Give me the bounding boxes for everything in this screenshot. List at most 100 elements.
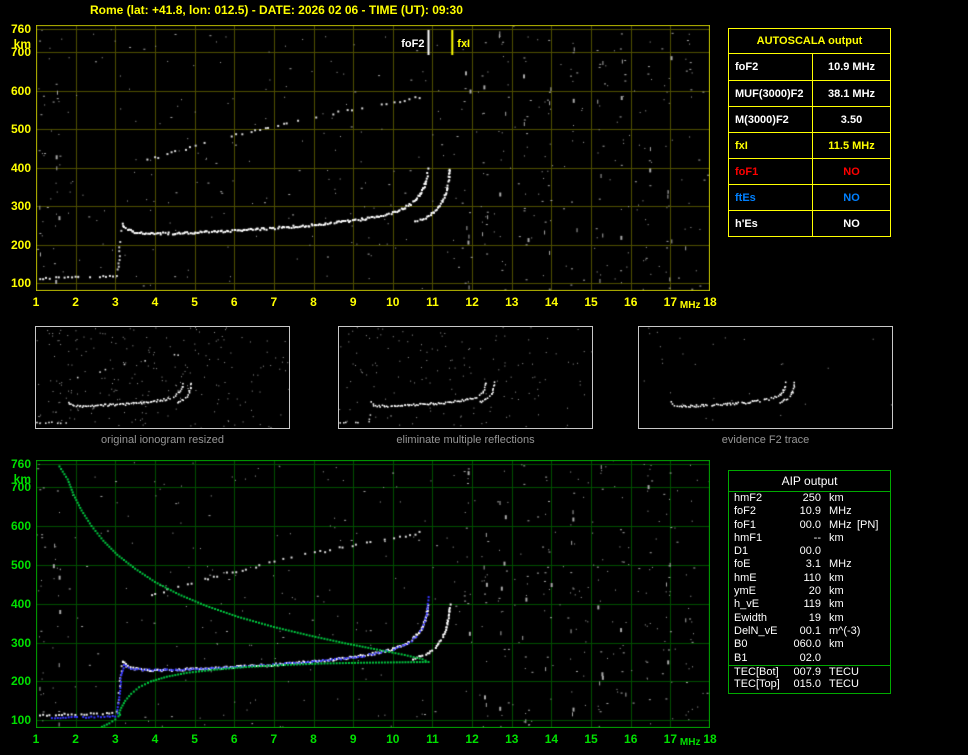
x-axis-tick-1: 1 xyxy=(23,732,49,746)
parameter-name: MUF(3000)F2 xyxy=(729,81,813,106)
aip-value: 060.0 xyxy=(787,638,821,651)
aip-row-delnve: DelN_vE00.1m^(-3) xyxy=(729,625,890,638)
parameter-name: foF1 xyxy=(729,159,813,184)
aip-note xyxy=(857,612,890,625)
aip-row-hmf2: hmF2250km xyxy=(729,492,890,505)
x-axis-tick-2: 2 xyxy=(63,732,89,746)
x-axis-tick-11: 11 xyxy=(419,732,445,746)
autoscala-row-hes: h'EsNO xyxy=(729,210,890,236)
aip-unit: MHz xyxy=(821,505,857,518)
aip-label: foE xyxy=(729,558,787,571)
aip-row-hme: hmE110km xyxy=(729,572,890,585)
x-axis-tick-15: 15 xyxy=(578,295,604,309)
aip-label: TEC[Top] xyxy=(729,678,787,691)
thumbnail-multiples-removed xyxy=(338,326,593,429)
aip-row-fof2: foF210.9MHz xyxy=(729,505,890,518)
y-axis-tick-100: 100 xyxy=(1,713,31,727)
x-axis-tick-5: 5 xyxy=(182,732,208,746)
aip-label: hmE xyxy=(729,572,787,585)
aip-value: 00.0 xyxy=(787,545,821,558)
y-axis-tick-760: 760 xyxy=(1,22,31,36)
aip-row-fof1: foF100.0MHz[PN] xyxy=(729,519,890,532)
aip-unit: TECU xyxy=(821,678,857,691)
x-axis-tick-8: 8 xyxy=(301,732,327,746)
aip-label: D1 xyxy=(729,545,787,558)
aip-value: -- xyxy=(787,532,821,545)
x-axis-tick-1: 1 xyxy=(23,295,49,309)
x-axis-tick-9: 9 xyxy=(340,295,366,309)
aip-note xyxy=(857,666,890,678)
x-axis-tick-13: 13 xyxy=(499,295,525,309)
y-axis-tick-500: 500 xyxy=(1,122,31,136)
y-axis-unit-label: km xyxy=(1,37,31,51)
aip-label: ymE xyxy=(729,585,787,598)
aip-unit: MHz xyxy=(821,558,857,571)
aip-label: hmF1 xyxy=(729,532,787,545)
x-axis-tick-10: 10 xyxy=(380,295,406,309)
aip-unit: m^(-3) xyxy=(821,625,857,638)
y-axis-tick-300: 300 xyxy=(1,636,31,650)
aip-row-d1: D100.0 xyxy=(729,545,890,558)
aip-value: 3.1 xyxy=(787,558,821,571)
x-axis-tick-3: 3 xyxy=(102,732,128,746)
autoscala-table-rows: foF210.9 MHzMUF(3000)F238.1 MHzM(3000)F2… xyxy=(729,54,890,236)
aip-output-table: AIP output hmF2250kmfoF210.9MHzfoF100.0M… xyxy=(728,470,891,694)
recorded-ionogram-plot xyxy=(36,25,710,291)
parameter-value: NO xyxy=(813,159,890,184)
thumbnail-canvas-multiples-removed xyxy=(339,327,592,428)
x-axis-tick-12: 12 xyxy=(459,295,485,309)
x-axis-tick-16: 16 xyxy=(618,732,644,746)
autoscala-row-fof2: foF210.9 MHz xyxy=(729,54,890,80)
aip-row-b0: B0060.0km xyxy=(729,638,890,651)
aip-unit: km xyxy=(821,572,857,585)
parameter-value: 11.5 MHz xyxy=(813,133,890,158)
aip-unit: MHz xyxy=(821,519,857,532)
aip-row-b1: B102.0 xyxy=(729,652,890,665)
autoscala-table-title: AUTOSCALA output xyxy=(729,29,890,54)
y-axis-tick-500: 500 xyxy=(1,558,31,572)
parameter-value: 3.50 xyxy=(813,107,890,132)
x-axis-tick-14: 14 xyxy=(538,295,564,309)
thumbnail-original-ionogram xyxy=(35,326,290,429)
aip-note xyxy=(857,598,890,611)
autoscala-output-table: AUTOSCALA output foF210.9 MHzMUF(3000)F2… xyxy=(728,28,891,237)
autoscala-row-fxi: fxI11.5 MHz xyxy=(729,132,890,158)
aip-note xyxy=(857,678,890,691)
aip-note xyxy=(857,492,890,505)
thumbnail-canvas-original xyxy=(36,327,289,428)
x-axis-tick-7: 7 xyxy=(261,732,287,746)
x-axis-tick-11: 11 xyxy=(419,295,445,309)
aip-row-tecbot: TEC[Bot]007.9TECU xyxy=(729,665,890,678)
aip-row-tectop: TEC[Top]015.0TECU xyxy=(729,678,890,691)
parameter-value: NO xyxy=(813,185,890,210)
aip-table-title: AIP output xyxy=(729,471,890,492)
x-axis-tick-14: 14 xyxy=(538,732,564,746)
y-axis-tick-400: 400 xyxy=(1,161,31,175)
parameter-name: fxI xyxy=(729,133,813,158)
autoscala-row-fof1: foF1NO xyxy=(729,158,890,184)
aip-note: [PN] xyxy=(857,519,890,532)
aip-value: 110 xyxy=(787,572,821,585)
aip-label: foF2 xyxy=(729,505,787,518)
x-axis-tick-2: 2 xyxy=(63,295,89,309)
aip-value: 00.0 xyxy=(787,519,821,532)
aip-unit: km xyxy=(821,532,857,545)
aip-table-rows: hmF2250kmfoF210.9MHzfoF100.0MHz[PN]hmF1-… xyxy=(729,492,890,691)
aip-unit xyxy=(821,545,857,558)
autoscala-row-muf3000f2: MUF(3000)F238.1 MHz xyxy=(729,80,890,106)
aip-note xyxy=(857,585,890,598)
thumbnail-f2-trace xyxy=(638,326,893,429)
aip-unit: TECU xyxy=(821,666,857,678)
parameter-name: M(3000)F2 xyxy=(729,107,813,132)
thumbnail-caption-original: original ionogram resized xyxy=(35,434,290,446)
aip-label: h_vE xyxy=(729,598,787,611)
x-axis-tick-12: 12 xyxy=(459,732,485,746)
x-axis-tick-4: 4 xyxy=(142,295,168,309)
aip-row-foe: foE3.1MHz xyxy=(729,558,890,571)
y-axis-tick-400: 400 xyxy=(1,597,31,611)
aip-value: 119 xyxy=(787,598,821,611)
aip-note xyxy=(857,545,890,558)
aip-unit: km xyxy=(821,638,857,651)
fof2-marker-label: foF2 xyxy=(387,38,425,50)
y-axis-tick-600: 600 xyxy=(1,519,31,533)
